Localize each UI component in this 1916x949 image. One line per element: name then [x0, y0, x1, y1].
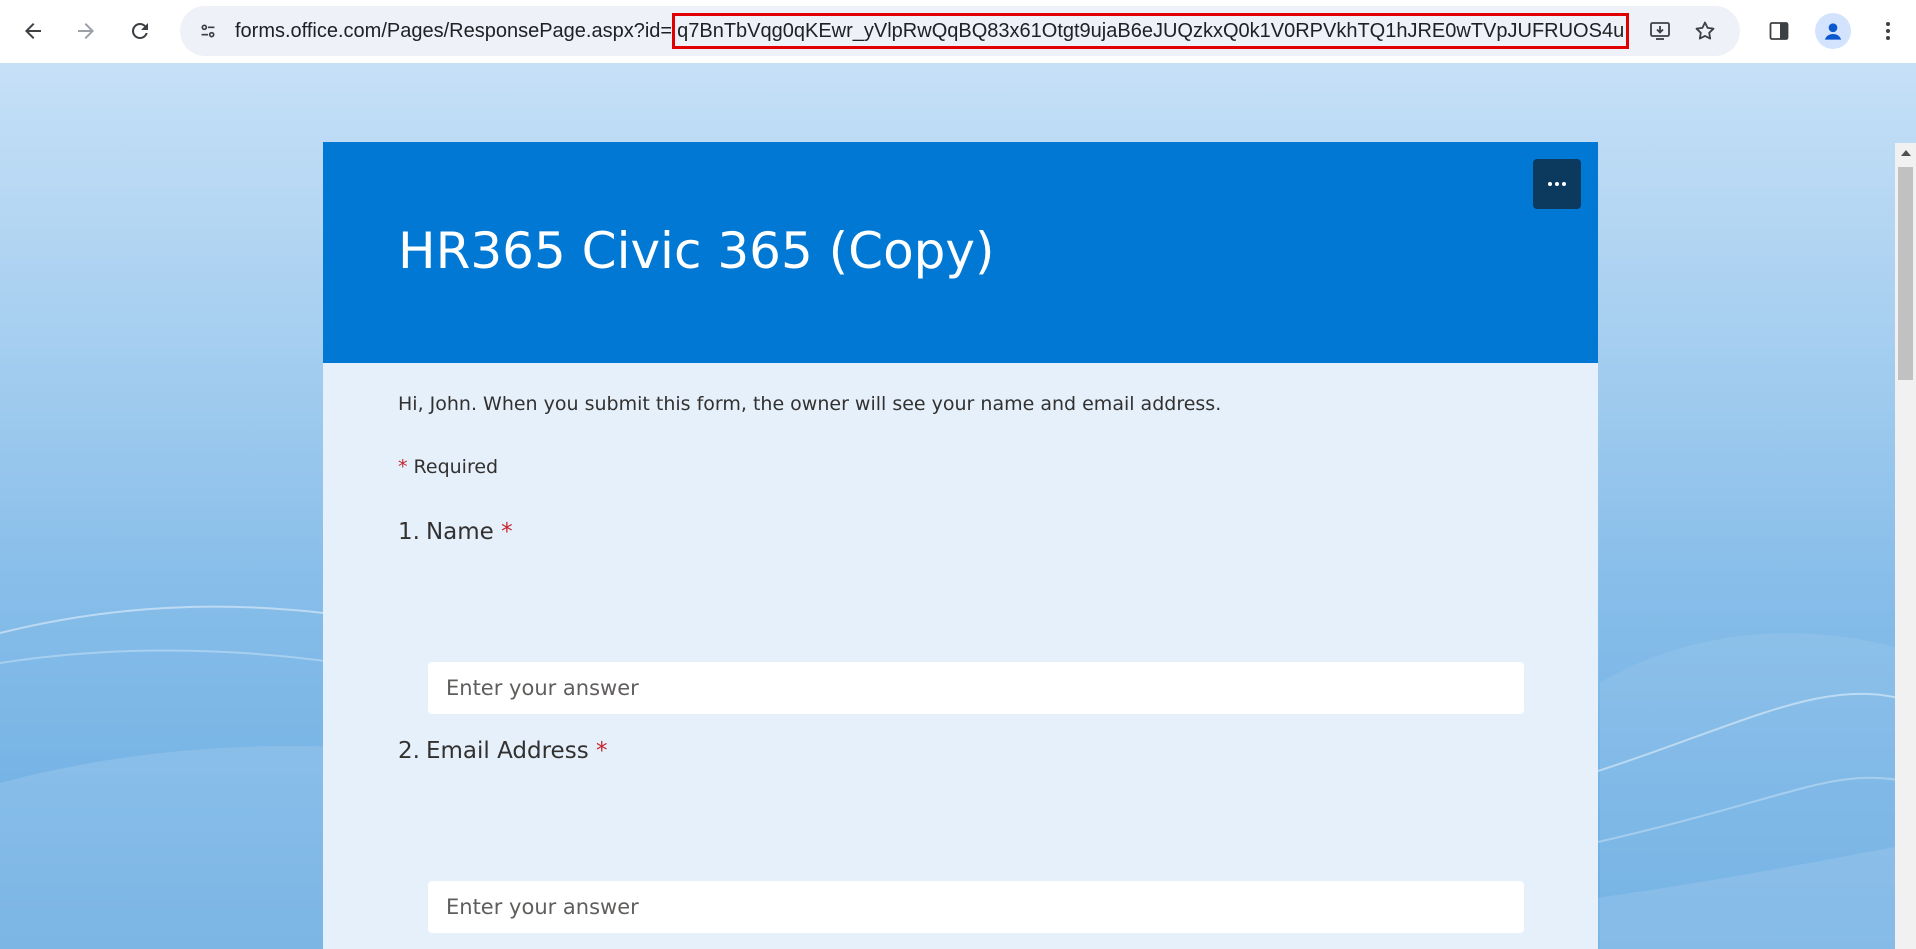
email-input[interactable]: [428, 881, 1524, 933]
forward-arrow-icon: [78, 23, 94, 39]
back-arrow-icon: [25, 23, 41, 39]
install-app-icon: [1650, 22, 1670, 40]
required-star: *: [398, 456, 408, 478]
scroll-up-arrow-icon[interactable]: [1895, 143, 1916, 163]
forward-button[interactable]: [68, 13, 104, 49]
back-button[interactable]: [15, 13, 51, 49]
kebab-menu-icon: [1886, 22, 1890, 40]
install-app-button[interactable]: [1642, 13, 1678, 49]
form-header: HR365 Civic 365 (Copy): [323, 142, 1598, 363]
question-number: 1.: [398, 519, 420, 545]
question-label: Name: [425, 519, 494, 545]
url-prefix: forms.office.com/Pages/ResponsePage.aspx…: [235, 20, 673, 42]
form-title: HR365 Civic 365 (Copy): [398, 222, 995, 280]
page-scrollbar[interactable]: [1895, 143, 1916, 949]
form-card: HR365 Civic 365 (Copy) Hi, John. When yo…: [323, 142, 1598, 949]
browser-toolbar: forms.office.com/Pages/ResponsePage.aspx…: [0, 0, 1916, 63]
url-text[interactable]: forms.office.com/Pages/ResponsePage.aspx…: [235, 6, 1630, 56]
required-star: *: [501, 519, 513, 545]
more-horizontal-icon: [1548, 182, 1566, 186]
site-info-button[interactable]: [190, 13, 226, 49]
form-intro-text: Hi, John. When you submit this form, the…: [398, 393, 1222, 415]
side-panel-button[interactable]: [1761, 13, 1797, 49]
required-label: Required: [413, 456, 499, 478]
address-bar[interactable]: forms.office.com/Pages/ResponsePage.aspx…: [180, 6, 1740, 56]
bookmark-button[interactable]: [1687, 13, 1723, 49]
required-note: * Required: [398, 456, 498, 478]
more-options-button[interactable]: [1533, 159, 1581, 209]
page-viewport: HR365 Civic 365 (Copy) Hi, John. When yo…: [0, 63, 1916, 949]
browser-menu-button[interactable]: [1870, 13, 1906, 49]
reload-icon: [131, 22, 148, 39]
question-number: 2.: [398, 738, 420, 764]
question-email: 2. Email Address *: [398, 738, 607, 764]
question-label: Email Address: [425, 738, 589, 764]
star-icon: [1695, 21, 1715, 40]
question-name: 1. Name *: [398, 519, 513, 545]
reload-button[interactable]: [122, 13, 158, 49]
profile-avatar-icon: [1824, 23, 1842, 40]
url-id-highlight: q7BnTbVqg0qKEwr_yVlpRwQqBQ83x61Otgt9ujaB…: [672, 13, 1630, 49]
required-star: *: [595, 738, 608, 764]
tune-icon: [201, 24, 215, 38]
side-panel-icon: [1769, 22, 1789, 40]
scrollbar-thumb[interactable]: [1898, 167, 1913, 380]
name-input[interactable]: [428, 662, 1524, 714]
profile-button[interactable]: [1815, 13, 1851, 49]
